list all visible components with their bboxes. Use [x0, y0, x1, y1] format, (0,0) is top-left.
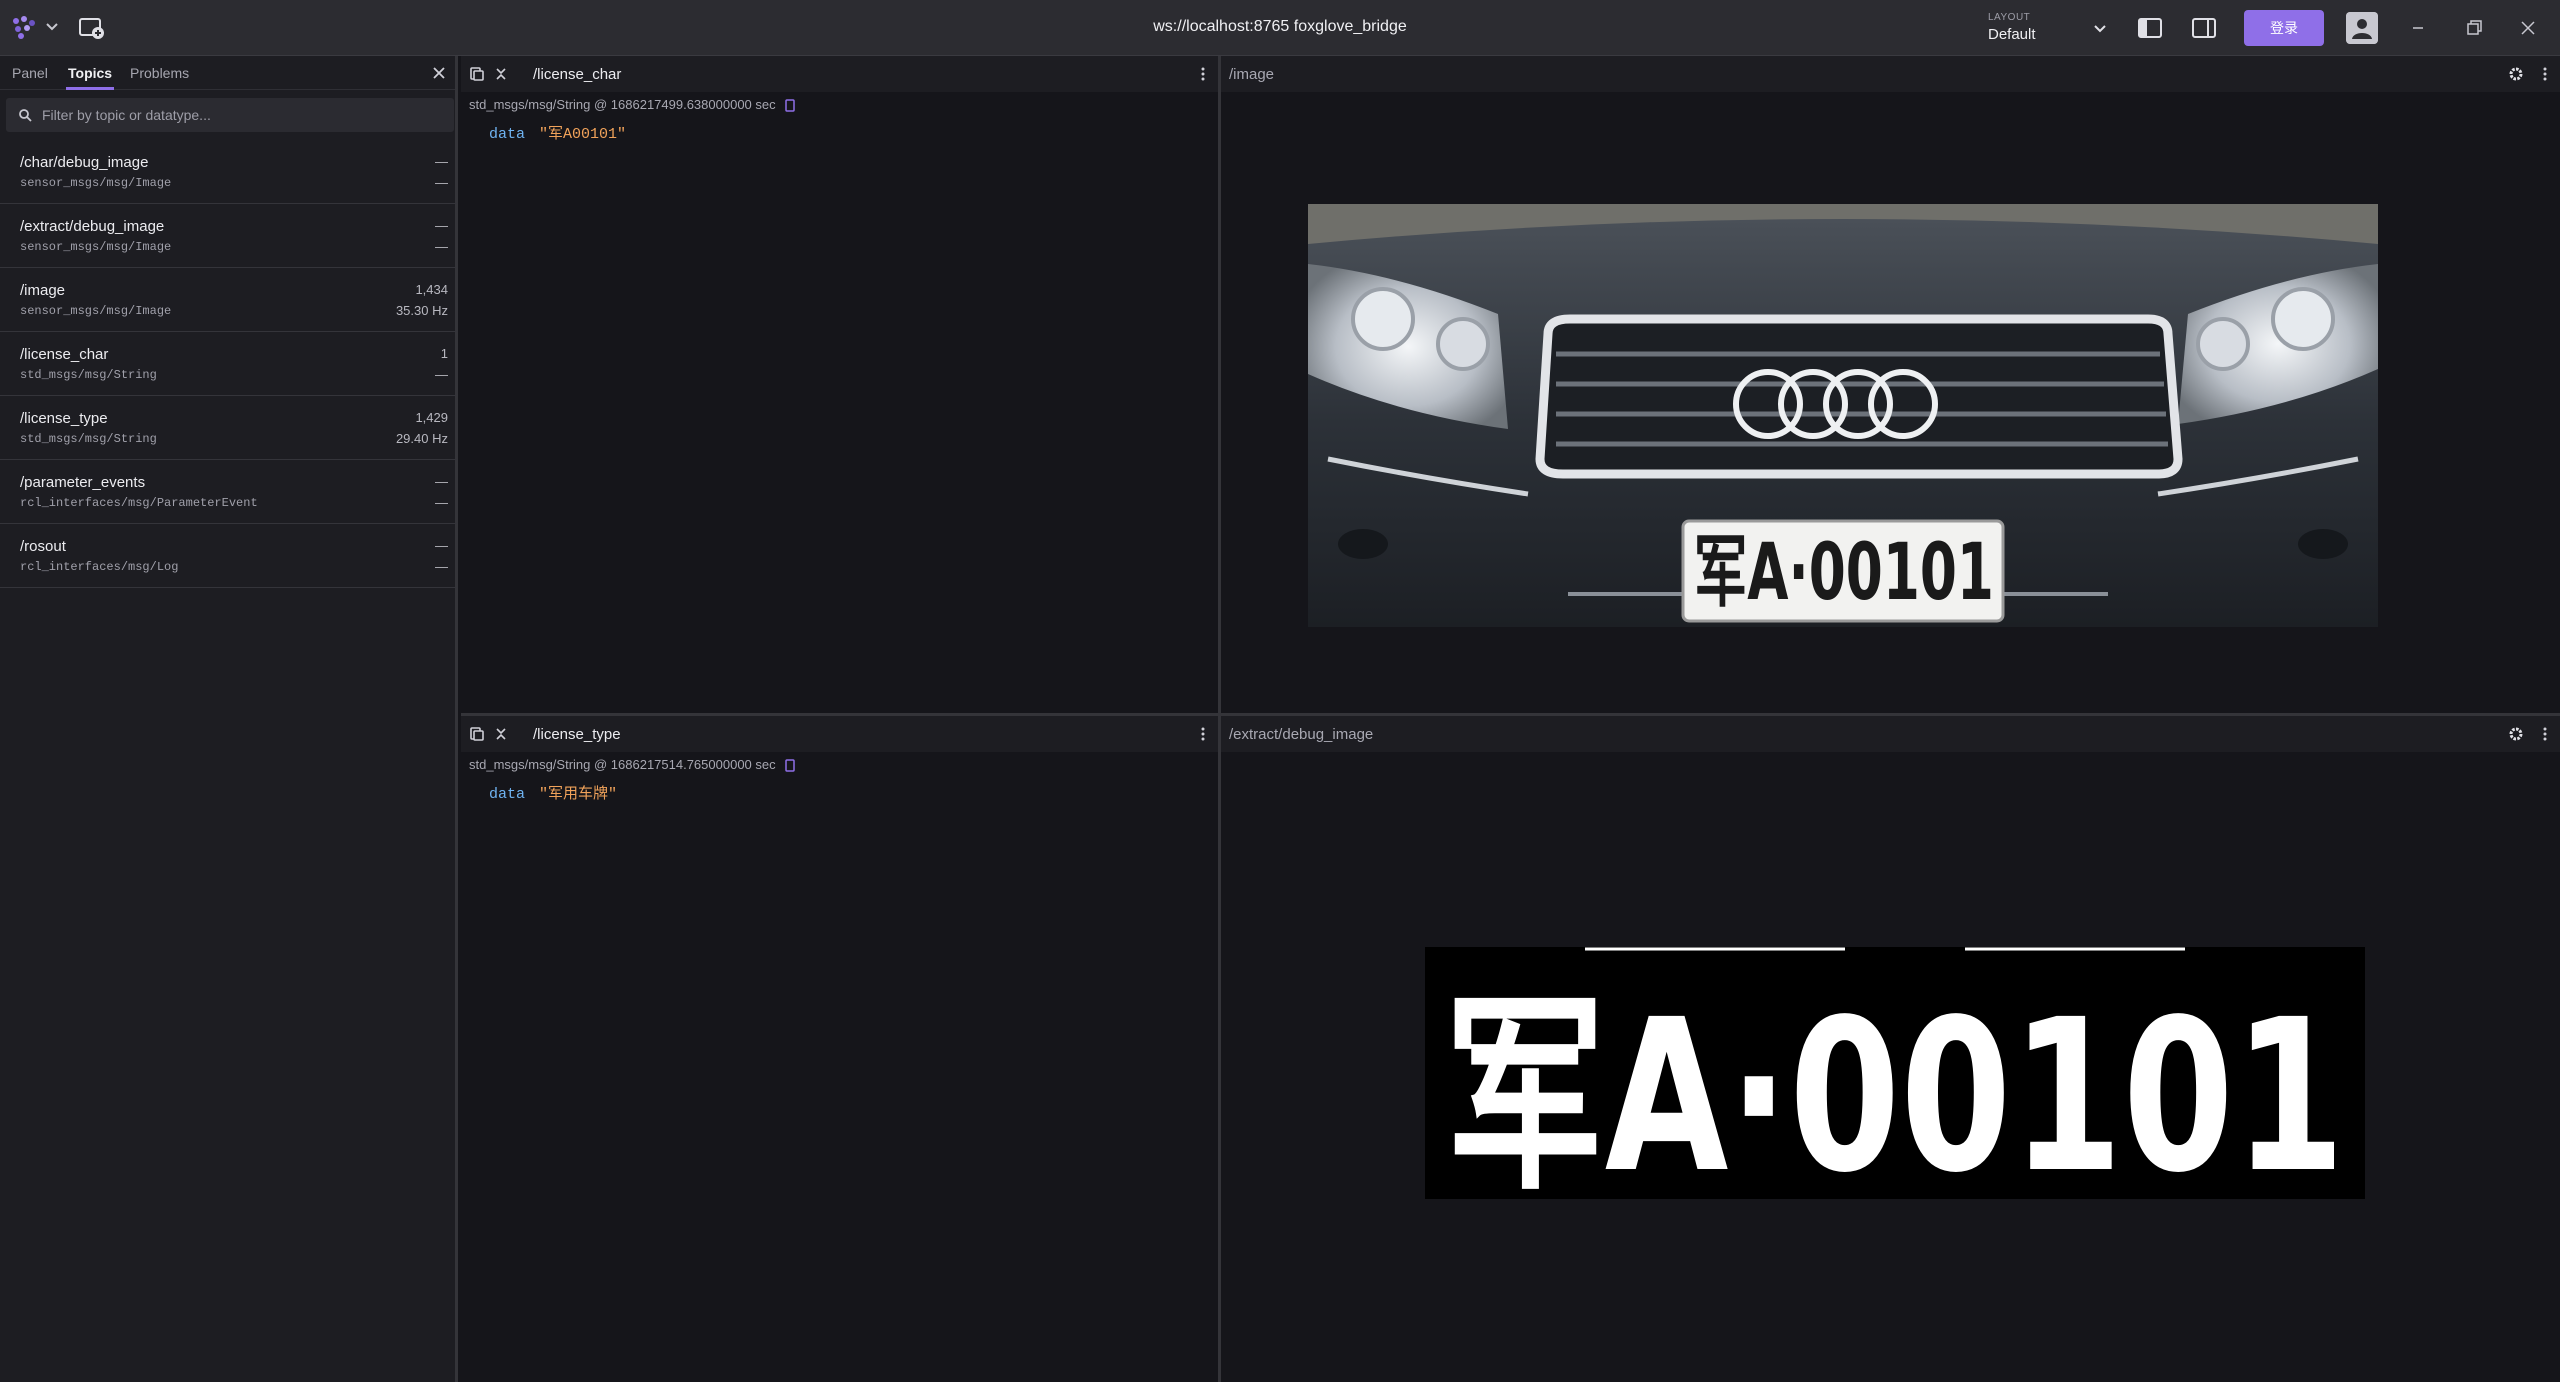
panel-header: /extract/debug_image — [1221, 716, 2560, 752]
binarized-plate-image: 军A·00101 — [1425, 947, 2365, 1199]
minimize-icon[interactable] — [2404, 14, 2432, 42]
image-panel-debug-image: /extract/debug_image 军A·00101 — [1221, 716, 2560, 1382]
topic-datatype: sensor_msgs/msg/Image — [20, 304, 172, 318]
search-icon — [19, 109, 32, 122]
active-tab-indicator — [66, 87, 114, 90]
tab-topics[interactable]: Topics — [68, 65, 112, 81]
topic-list: /char/debug_image sensor_msgs/msg/Image … — [0, 140, 458, 588]
sidebar-tabs: Panel Topics Problems — [0, 56, 455, 90]
new-window-icon[interactable] — [78, 16, 106, 40]
topic-message-count: — — [435, 538, 448, 553]
title-bar: ws://localhost:8765 foxglove_bridge LAYO… — [0, 0, 2560, 56]
topic-message-count: 1,434 — [415, 282, 448, 297]
panel-topic-title[interactable]: /license_type — [533, 726, 621, 743]
topic-filter — [6, 98, 454, 132]
collapse-icon[interactable] — [493, 66, 509, 82]
close-icon[interactable] — [430, 64, 448, 82]
message-meta: std_msgs/msg/String @ 1686217499.6380000… — [469, 97, 795, 112]
car-camera-image: 军A·00101 — [1308, 204, 2378, 627]
tab-problems[interactable]: Problems — [130, 65, 189, 81]
topic-frequency: 35.30 Hz — [395, 303, 448, 318]
foxglove-logo-icon[interactable] — [8, 14, 40, 42]
topic-message-count: — — [435, 154, 448, 169]
tab-panel[interactable]: Panel — [12, 65, 48, 81]
collapse-icon[interactable] — [493, 726, 509, 742]
topic-frequency: — — [435, 367, 448, 382]
topic-row[interactable]: /rosout rcl_interfaces/msg/Log — — — [0, 524, 458, 588]
topic-datatype: std_msgs/msg/String — [20, 432, 157, 446]
panel-menu-icon[interactable] — [1200, 725, 1206, 743]
topic-frequency: — — [435, 239, 448, 254]
topic-datatype: sensor_msgs/msg/Image — [20, 240, 172, 254]
topic-name: /char/debug_image — [20, 154, 149, 171]
gear-icon[interactable] — [2508, 66, 2524, 82]
topic-frequency: — — [435, 495, 448, 510]
login-button[interactable]: 登录 — [2244, 10, 2324, 46]
panel-topic-title[interactable]: /license_char — [533, 66, 621, 83]
topic-frequency: — — [435, 175, 448, 190]
panel-header: /license_type — [461, 716, 1218, 752]
field-value: "军用车牌" — [539, 786, 618, 803]
license-plate-text: 军A·00101 — [1694, 528, 1994, 618]
topic-name: /image — [20, 282, 66, 299]
right-sidebar-toggle-icon[interactable] — [2190, 14, 2218, 42]
image-panel-image: /image 军A·00101 — [1221, 56, 2560, 716]
topic-datatype: rcl_interfaces/msg/Log — [20, 560, 179, 574]
chevron-down-icon[interactable] — [2092, 20, 2108, 36]
left-sidebar: Panel Topics Problems /char/debug_image … — [0, 56, 458, 1382]
chevron-down-icon[interactable] — [44, 18, 60, 34]
close-icon[interactable] — [2514, 14, 2542, 42]
topic-row[interactable]: /license_type std_msgs/msg/String 1,429 … — [0, 396, 458, 460]
topic-message-count: — — [435, 474, 448, 489]
message-field: data "军用车牌" — [489, 782, 617, 803]
topic-frequency: 29.40 Hz — [395, 431, 448, 446]
panel-header: /image — [1221, 56, 2560, 92]
message-datatype-timestamp: std_msgs/msg/String @ 1686217499.6380000… — [469, 97, 776, 112]
message-datatype-timestamp: std_msgs/msg/String @ 1686217514.7650000… — [469, 757, 776, 772]
topic-name: /rosout — [20, 538, 66, 555]
message-field: data "军A00101" — [489, 122, 626, 143]
topic-name: /license_char — [20, 346, 109, 363]
panel-header: /license_char — [461, 56, 1218, 92]
gear-icon[interactable] — [2508, 726, 2524, 742]
topic-datatype: rcl_interfaces/msg/ParameterEvent — [20, 496, 258, 510]
topic-name: /extract/debug_image — [20, 218, 165, 235]
panel-topic-title[interactable]: /extract/debug_image — [1229, 726, 1373, 743]
connection-title: ws://localhost:8765 foxglove_bridge — [1153, 18, 1407, 35]
topic-message-count: 1 — [440, 346, 448, 361]
panel-menu-icon[interactable] — [1200, 65, 1206, 83]
topic-filter-input[interactable] — [42, 98, 442, 132]
copy-icon[interactable] — [785, 759, 795, 772]
layout-caption: LAYOUT — [1988, 12, 2031, 23]
panel-menu-icon[interactable] — [2542, 65, 2548, 83]
topic-message-count: 1,429 — [415, 410, 448, 425]
topic-row[interactable]: /parameter_events rcl_interfaces/msg/Par… — [0, 460, 458, 524]
panel-menu-icon[interactable] — [2542, 725, 2548, 743]
field-key: data — [489, 786, 526, 803]
topic-message-count: — — [435, 218, 448, 233]
left-sidebar-toggle-icon[interactable] — [2136, 14, 2164, 42]
topic-row[interactable]: /image sensor_msgs/msg/Image 1,434 35.30… — [0, 268, 458, 332]
field-value: "军A00101" — [539, 126, 627, 143]
user-avatar-icon[interactable] — [2346, 12, 2378, 44]
topic-row[interactable]: /extract/debug_image sensor_msgs/msg/Ima… — [0, 204, 458, 268]
copy-icon[interactable] — [785, 99, 795, 112]
topic-datatype: sensor_msgs/msg/Image — [20, 176, 172, 190]
topic-datatype: std_msgs/msg/String — [20, 368, 157, 382]
message-meta: std_msgs/msg/String @ 1686217514.7650000… — [469, 757, 795, 772]
topic-frequency: — — [435, 559, 448, 574]
topic-row[interactable]: /char/debug_image sensor_msgs/msg/Image … — [0, 140, 458, 204]
binarized-plate-text: 军A·00101 — [1445, 974, 2345, 1199]
field-key: data — [489, 126, 526, 143]
topic-row[interactable]: /license_char std_msgs/msg/String 1 — — [0, 332, 458, 396]
layout-selector[interactable]: Default — [1988, 26, 2036, 43]
restore-icon[interactable] — [2460, 14, 2488, 42]
copy-panel-icon[interactable] — [469, 726, 485, 742]
raw-messages-panel-license-type: /license_type std_msgs/msg/String @ 1686… — [461, 716, 1221, 1382]
topic-name: /license_type — [20, 410, 108, 427]
topic-name: /parameter_events — [20, 474, 146, 491]
panel-topic-title[interactable]: /image — [1229, 66, 1274, 83]
copy-panel-icon[interactable] — [469, 66, 485, 82]
raw-messages-panel-license-char: /license_char std_msgs/msg/String @ 1686… — [461, 56, 1221, 716]
